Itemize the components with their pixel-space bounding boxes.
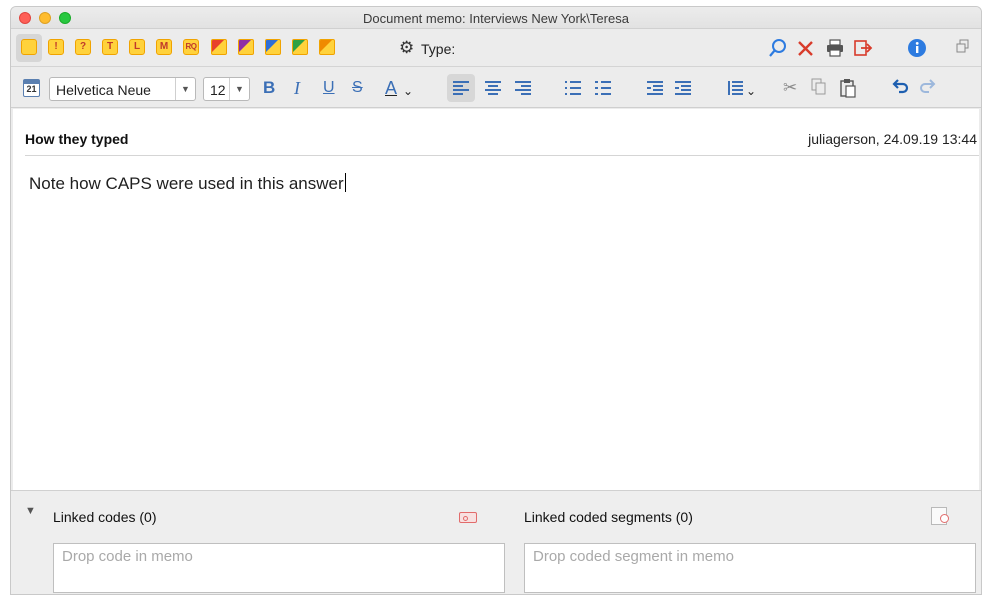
cut-icon[interactable]: ✂ bbox=[783, 78, 797, 98]
linked-segments-label: Linked coded segments (0) bbox=[524, 509, 693, 525]
coded-segment-icon[interactable] bbox=[931, 507, 949, 525]
chevron-down-icon[interactable]: ⌄ bbox=[403, 81, 413, 101]
gear-icon[interactable]: ⚙ bbox=[399, 39, 414, 57]
chevron-down-icon: ▼ bbox=[229, 78, 249, 100]
red-memo-icon[interactable] bbox=[211, 39, 227, 55]
text-caret bbox=[344, 173, 346, 192]
orange-memo-icon[interactable] bbox=[319, 39, 335, 55]
paste-icon[interactable] bbox=[839, 78, 857, 103]
memo-body-content: Note how CAPS were used in this answer bbox=[29, 174, 344, 193]
linked-codes-dropzone[interactable]: Drop code in memo bbox=[53, 543, 505, 593]
print-icon[interactable] bbox=[825, 38, 845, 62]
numbered-list-icon[interactable] bbox=[595, 81, 611, 95]
chevron-down-icon[interactable]: ⌄ bbox=[746, 81, 756, 101]
purple-memo-icon[interactable] bbox=[238, 39, 254, 55]
memo-question-icon[interactable]: ? bbox=[75, 39, 91, 55]
calendar-icon[interactable]: 21 bbox=[23, 79, 40, 97]
memo-divider bbox=[25, 155, 979, 156]
redo-icon[interactable] bbox=[919, 77, 937, 99]
title-bar: Document memo: Interviews New York\Teres… bbox=[11, 7, 981, 29]
bullet-list-icon[interactable] bbox=[565, 81, 581, 95]
indent-icon[interactable] bbox=[675, 81, 691, 95]
search-icon[interactable] bbox=[769, 38, 787, 62]
memo-window: Document memo: Interviews New York\Teres… bbox=[10, 6, 982, 595]
align-right-icon[interactable] bbox=[515, 81, 531, 95]
underline-button[interactable]: U bbox=[323, 78, 335, 98]
linked-codes-placeholder: Drop code in memo bbox=[62, 548, 193, 565]
memo-exclamation-icon[interactable]: ! bbox=[48, 39, 64, 55]
linked-segments-placeholder: Drop coded segment in memo bbox=[533, 548, 734, 565]
linked-segments-dropzone[interactable]: Drop coded segment in memo bbox=[524, 543, 976, 593]
bold-button[interactable]: B bbox=[263, 78, 275, 98]
green-memo-icon[interactable] bbox=[292, 39, 308, 55]
font-size-value: 12 bbox=[210, 82, 226, 98]
font-color-button[interactable]: A bbox=[385, 78, 397, 98]
memo-editor[interactable]: How they typed juliagerson, 24.09.19 13:… bbox=[13, 109, 979, 491]
memo-title[interactable]: How they typed bbox=[25, 131, 128, 147]
memo-l-icon[interactable]: L bbox=[129, 39, 145, 55]
align-center-icon[interactable] bbox=[485, 81, 501, 95]
memo-body-text[interactable]: Note how CAPS were used in this answer bbox=[29, 173, 346, 194]
memo-author-timestamp: juliagerson, 24.09.19 13:44 bbox=[808, 131, 977, 147]
memo-t-icon[interactable]: T bbox=[102, 39, 118, 55]
delete-icon[interactable] bbox=[797, 38, 815, 62]
format-toolbar: 21 Helvetica Neue ▼ 12 ▼ B I U S A ⌄ ⌄ ✂ bbox=[11, 68, 981, 108]
chevron-down-icon: ▼ bbox=[175, 78, 195, 100]
window-title: Document memo: Interviews New York\Teres… bbox=[363, 11, 629, 26]
blue-memo-icon[interactable] bbox=[265, 39, 281, 55]
memo-rq-icon[interactable]: RQ bbox=[183, 39, 199, 55]
type-label[interactable]: Type: bbox=[421, 41, 455, 57]
memo-m-icon[interactable]: M bbox=[156, 39, 172, 55]
info-icon[interactable] bbox=[907, 38, 927, 62]
align-left-icon[interactable] bbox=[453, 81, 469, 95]
font-family-value: Helvetica Neue bbox=[56, 82, 151, 98]
outdent-icon[interactable] bbox=[647, 81, 663, 95]
linked-items-panel: ▼ Linked codes (0) Linked coded segments… bbox=[11, 490, 981, 594]
memo-plain-icon[interactable] bbox=[21, 39, 37, 55]
strikethrough-button[interactable]: S bbox=[352, 78, 363, 98]
line-spacing-icon[interactable] bbox=[727, 81, 743, 95]
memo-type-toolbar: ! ? T L M RQ ⚙ Type: bbox=[11, 30, 981, 67]
copy-icon[interactable] bbox=[811, 78, 827, 101]
detach-window-icon[interactable] bbox=[955, 38, 971, 58]
export-icon[interactable] bbox=[853, 38, 873, 62]
font-size-select[interactable]: 12 ▼ bbox=[203, 77, 250, 101]
undo-icon[interactable] bbox=[891, 77, 909, 99]
italic-button[interactable]: I bbox=[294, 78, 300, 98]
code-tag-icon[interactable] bbox=[459, 512, 477, 523]
disclosure-triangle-icon[interactable]: ▼ bbox=[25, 505, 36, 517]
linked-codes-label: Linked codes (0) bbox=[53, 509, 157, 525]
font-family-select[interactable]: Helvetica Neue ▼ bbox=[49, 77, 196, 101]
